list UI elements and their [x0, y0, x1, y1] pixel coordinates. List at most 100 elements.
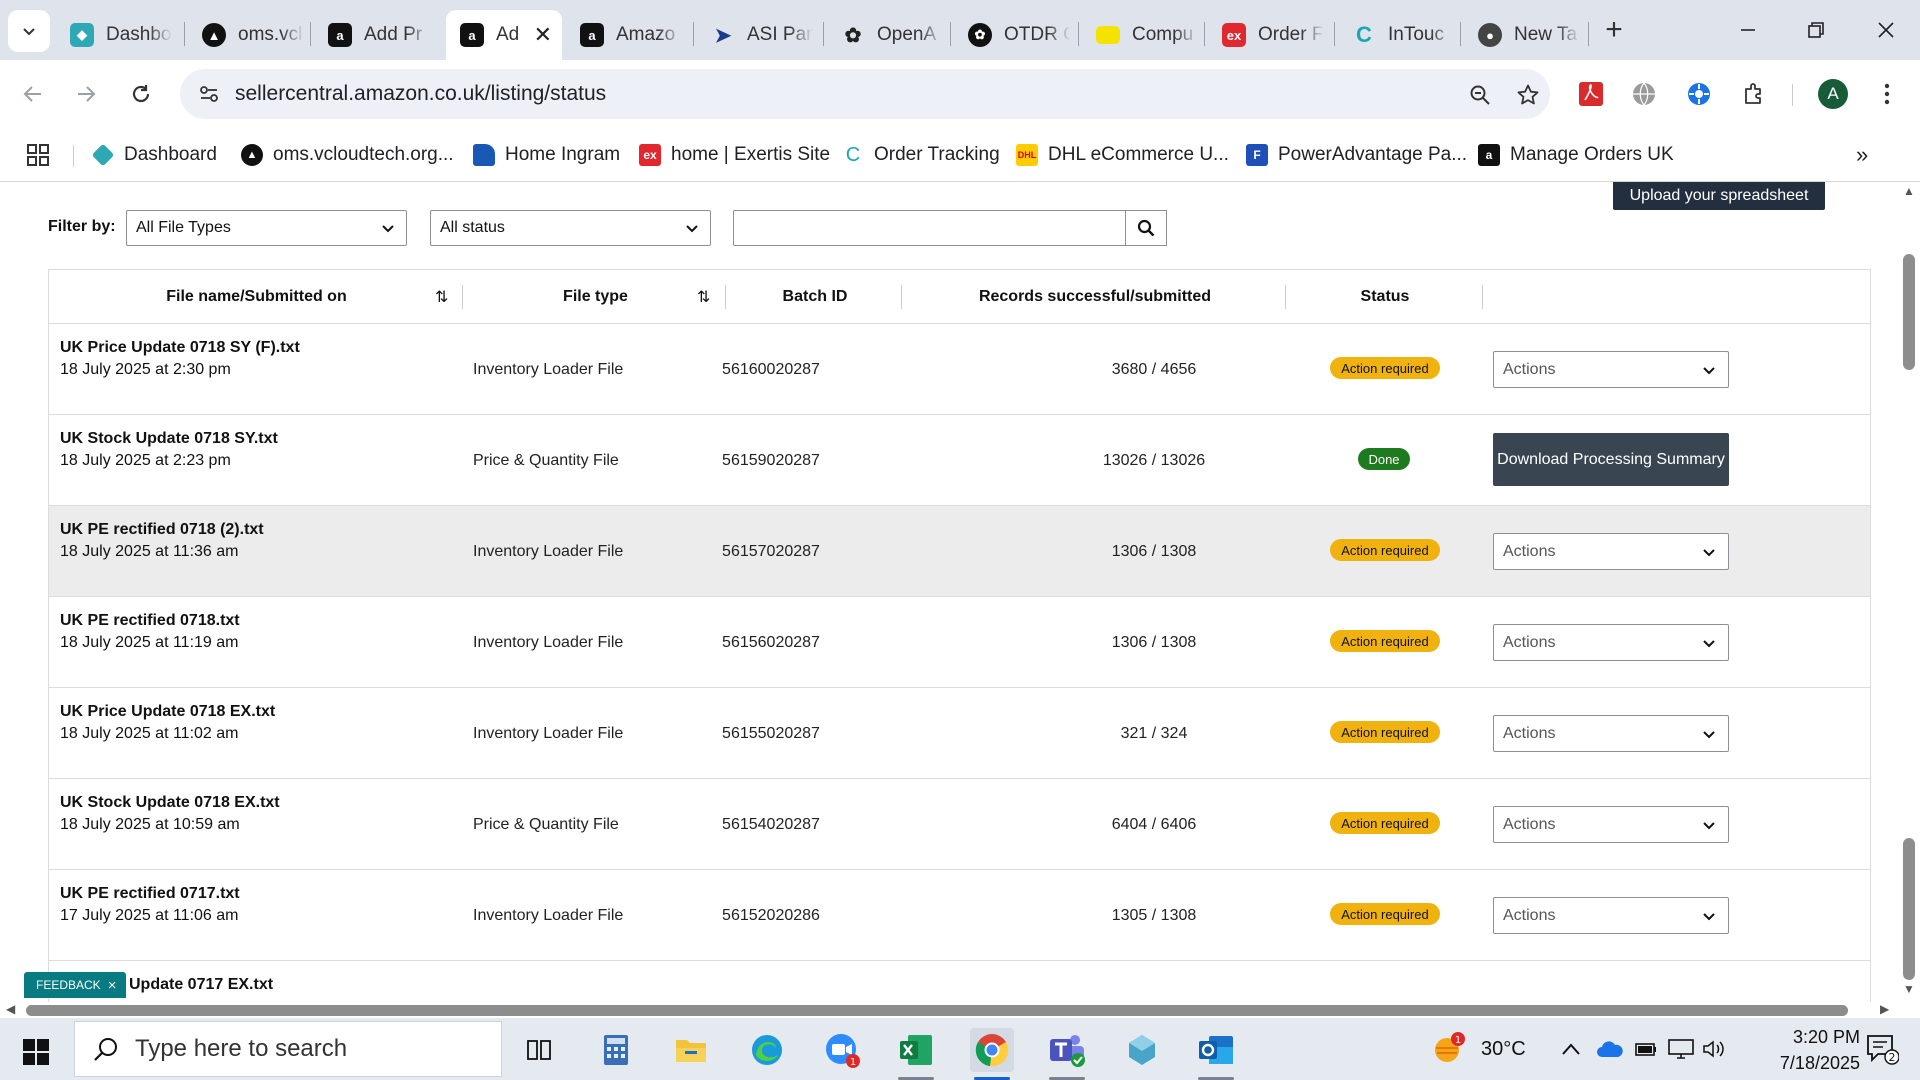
tab-oms[interactable]: ▲ oms.vcl — [188, 10, 314, 60]
column-divider — [725, 285, 726, 309]
column-header-file-name[interactable]: File name/Submitted on — [49, 270, 464, 324]
task-view-button[interactable] — [518, 1028, 562, 1072]
sort-icon[interactable]: ⇅ — [697, 287, 710, 307]
dashboard-icon: ◆ — [70, 23, 94, 47]
scroll-up-icon[interactable]: ▲ — [1903, 184, 1915, 198]
upload-spreadsheet-button[interactable]: Upload your spreadsheet — [1613, 182, 1825, 210]
address-bar[interactable]: sellercentral.amazon.co.uk/listing/statu… — [180, 69, 1550, 119]
vcloud-icon: ▲ — [241, 144, 263, 166]
actions-dropdown[interactable]: Actions — [1493, 715, 1729, 752]
zoom-app[interactable]: 1 — [820, 1028, 864, 1072]
notification-center-button[interactable]: 2 — [1862, 1030, 1902, 1068]
bookmark-poweradvantage[interactable]: F PowerAdvantage Pa... — [1246, 140, 1467, 170]
reload-button[interactable] — [121, 74, 161, 114]
show-hidden-icons-button[interactable] — [1556, 1032, 1586, 1066]
file-type-filter[interactable]: All File Types — [126, 210, 407, 246]
bookmark-order-tracking[interactable]: C Order Tracking — [842, 140, 1000, 170]
actions-dropdown[interactable]: Actions — [1493, 351, 1729, 388]
bookmark-dhl[interactable]: DHL DHL eCommerce U... — [1016, 140, 1229, 170]
bookmark-dashboard[interactable]: Dashboard — [91, 140, 217, 170]
status-badge: Action required — [1330, 630, 1440, 652]
new-tab-button[interactable]: + — [1597, 14, 1631, 48]
table-row: UK PE rectified 0718 (2).txt 18 July 202… — [49, 506, 1870, 597]
actions-dropdown[interactable]: Actions — [1493, 806, 1729, 843]
tab-otdr[interactable]: ✿ OTDR C — [954, 10, 1080, 60]
taskbar-search[interactable]: Type here to search — [74, 1021, 502, 1077]
actions-dropdown[interactable]: Actions — [1493, 897, 1729, 934]
zoom-icon[interactable] — [1465, 80, 1495, 110]
tab-asi[interactable]: ➤ ASI Par — [697, 10, 823, 60]
start-button[interactable] — [16, 1032, 56, 1072]
file-type: Price & Quantity File — [473, 452, 619, 469]
horizontal-scrollbar[interactable]: ◀ ▶ — [0, 1002, 1920, 1018]
system-clock[interactable]: 3:20 PM 7/18/2025 — [1720, 1024, 1860, 1076]
tab-amazon[interactable]: a Amazo — [566, 10, 692, 60]
globe-extension-icon[interactable] — [1629, 79, 1659, 109]
weather-widget[interactable]: 1 — [1432, 1030, 1466, 1066]
close-window-button[interactable] — [1861, 10, 1911, 50]
horizontal-scroll-thumb[interactable] — [26, 1005, 1848, 1016]
search-input[interactable] — [733, 210, 1127, 246]
bookmark-home-ingram[interactable]: Home Ingram — [473, 140, 620, 170]
network-tray[interactable] — [1664, 1032, 1698, 1066]
chrome-app[interactable] — [970, 1028, 1014, 1072]
apps-grid-button[interactable] — [26, 140, 50, 170]
tab-dashboard[interactable]: ◆ Dashbo — [56, 10, 182, 60]
bookmark-oms[interactable]: ▲ oms.vcloudtech.org... — [241, 140, 454, 170]
tab-new-tab[interactable]: ● New Ta — [1464, 10, 1590, 60]
outlook-app[interactable] — [1194, 1028, 1238, 1072]
calculator-app[interactable] — [594, 1028, 638, 1072]
app-hexagon[interactable] — [1120, 1028, 1164, 1072]
tab-order[interactable]: ex Order F — [1208, 10, 1334, 60]
teams-icon — [1050, 1035, 1085, 1067]
tab-active[interactable]: a Ad ✕ — [446, 10, 562, 60]
table-row: UK PE rectified 0718.txt 18 July 2025 at… — [49, 597, 1870, 688]
tab-search-button[interactable] — [8, 10, 50, 52]
close-tab-icon[interactable]: ✕ — [534, 22, 552, 48]
scroll-down-icon[interactable]: ▼ — [1903, 982, 1915, 996]
scroll-right-icon[interactable]: ▶ — [1880, 1002, 1889, 1016]
onedrive-tray[interactable] — [1594, 1032, 1626, 1066]
back-button[interactable] — [13, 74, 53, 114]
teams-app[interactable] — [1045, 1028, 1089, 1072]
excel-app[interactable] — [894, 1028, 938, 1072]
search-button[interactable] — [1125, 210, 1167, 246]
status-filter[interactable]: All status — [430, 210, 711, 246]
column-header-file-type[interactable]: File type — [464, 270, 727, 324]
battery-tray[interactable] — [1630, 1032, 1662, 1066]
settings-extension-icon[interactable] — [1684, 79, 1714, 109]
scroll-left-icon[interactable]: ◀ — [6, 1002, 15, 1016]
actions-dropdown[interactable]: Actions — [1493, 624, 1729, 661]
bookmark-manage-orders[interactable]: a Manage Orders UK — [1478, 140, 1674, 170]
tab-openai[interactable]: ✿ OpenA — [827, 10, 953, 60]
minimize-icon — [1741, 29, 1755, 31]
close-icon[interactable]: × — [108, 977, 117, 994]
vertical-scrollbar[interactable]: ▲ ▼ — [1898, 182, 1920, 1002]
vertical-scroll-thumb-lower[interactable] — [1903, 838, 1915, 980]
tab-computer[interactable]: Compu — [1082, 10, 1208, 60]
edge-app[interactable] — [745, 1028, 789, 1072]
forward-button[interactable] — [66, 74, 106, 114]
pdf-extension-icon[interactable] — [1576, 79, 1606, 109]
sort-icon[interactable]: ⇅ — [435, 287, 448, 307]
download-processing-summary-button[interactable]: Download Processing Summary — [1493, 433, 1729, 486]
extensions-puzzle-icon[interactable] — [1739, 79, 1769, 109]
more-menu-icon[interactable] — [1872, 79, 1902, 109]
profile-avatar[interactable]: A — [1818, 79, 1848, 109]
tab-title: ASI Par — [747, 24, 813, 45]
site-info-icon[interactable] — [194, 79, 224, 109]
batch-id: 56152020286 — [722, 907, 820, 924]
actions-dropdown[interactable]: Actions — [1493, 533, 1729, 570]
restore-button[interactable] — [1791, 10, 1841, 50]
bookmark-exertis[interactable]: ex home | Exertis Site — [639, 140, 830, 170]
vertical-scroll-thumb[interactable] — [1903, 254, 1915, 370]
bookmark-star-icon[interactable] — [1513, 80, 1543, 110]
outlook-icon — [1199, 1036, 1233, 1064]
tab-add-product[interactable]: a Add Pr — [314, 10, 440, 60]
bookmark-label: Manage Orders UK — [1510, 144, 1674, 165]
minimize-button[interactable] — [1723, 10, 1773, 50]
more-bookmarks-button[interactable]: » — [1856, 140, 1868, 170]
file-explorer-app[interactable] — [669, 1028, 713, 1072]
feedback-button[interactable]: FEEDBACK × — [24, 972, 126, 998]
tab-intouch[interactable]: C InTouc — [1338, 10, 1464, 60]
